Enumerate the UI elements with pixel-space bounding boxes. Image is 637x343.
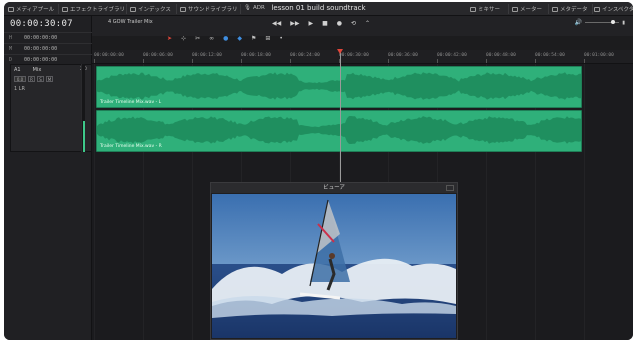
loop-icon[interactable]: ⟲ [351, 20, 356, 27]
ruler-tick-label: 00:00:06:00 [143, 53, 173, 63]
range-tool-icon[interactable]: ⊹ [181, 35, 186, 42]
track-level-meter [81, 64, 85, 152]
audio-clip-left[interactable]: Trailer Timeline Mix.wav - L [96, 66, 582, 108]
mute-button[interactable]: M [46, 76, 53, 82]
mixer-icon [470, 6, 476, 12]
ruler-tick-label: 00:00:30:00 [339, 53, 369, 63]
transport-controls: ◀◀ ▶▶ ▶ ■ ● ⟲ ⌃ [272, 20, 370, 27]
track-name[interactable]: Mix [33, 67, 42, 73]
scroll-icon[interactable]: ⌃ [365, 20, 370, 27]
ruler-tick-label: 00:00:12:00 [192, 53, 222, 63]
ruler-tick-label: 00:00:54:00 [535, 53, 565, 63]
zoom-out-icon[interactable]: • [279, 35, 283, 42]
timeline-toolbar: 4 GOW Trailer Mix ◀◀ ▶▶ ▶ ■ ● ⟲ ⌃ 🔊 ▮ [92, 16, 633, 36]
linked-selection-icon[interactable]: ◆ [237, 35, 242, 42]
inspector-icon [594, 6, 600, 12]
solo-button[interactable]: S [37, 76, 44, 82]
timeline-gridline [94, 64, 95, 340]
app-window: メディアプール エフェクトライブラリ インデックス サウンドライブラリ 🎙 AD… [4, 2, 633, 340]
timeline-gridline [584, 64, 585, 340]
track-id: A1 [14, 67, 21, 73]
ruler-tick-label: 00:00:00:00 [94, 53, 124, 63]
ruler-tick-label: 00:01:00:00 [584, 53, 614, 63]
rewind-icon[interactable]: ◀◀ [272, 20, 281, 27]
record-arm-button[interactable]: R [28, 76, 35, 82]
timecode-row: H 00:00:00:00 [4, 32, 92, 42]
track-volume[interactable]: 0.0 [14, 76, 26, 82]
link-tool-icon[interactable]: ∞ [209, 35, 214, 42]
meters-icon [512, 6, 518, 12]
razor-tool-icon[interactable]: ✂ [195, 35, 200, 42]
viewer-window[interactable]: ビューア [210, 182, 458, 340]
snapping-icon[interactable]: ● [223, 35, 228, 42]
stop-icon[interactable]: ■ [322, 20, 328, 27]
ruler-tick-label: 00:00:24:00 [290, 53, 320, 63]
ruler-tick-label: 00:00:42:00 [437, 53, 467, 63]
viewer-close-icon[interactable] [446, 185, 454, 191]
video-frame-windsurfer [212, 194, 456, 338]
pointer-tool-icon[interactable]: ➤ [167, 35, 172, 42]
timeline-ruler[interactable]: 00:00:00:00 00:00:06:00 00:00:12:00 00:00:1… [92, 50, 633, 64]
speaker-icon: 🔊 [574, 19, 583, 26]
timecode-display: 00:00:30:07 [10, 19, 73, 29]
mixer-button[interactable]: ミキサー [470, 5, 500, 13]
record-icon[interactable]: ● [337, 20, 342, 27]
track-channel: 1 LR [14, 86, 26, 92]
inspector-button[interactable]: インスペクタ [594, 5, 633, 13]
edit-tools: ➤ ⊹ ✂ ∞ ● ◆ ⚑ ⊞ • [167, 35, 283, 42]
volume-max-icon: ▮ [622, 19, 625, 26]
top-toolbar: メディアプール エフェクトライブラリ インデックス サウンドライブラリ 🎙 AD… [4, 2, 633, 16]
meters-button[interactable]: メーター [512, 5, 542, 13]
clip-label: Trailer Timeline Mix.wav - R [100, 144, 162, 149]
volume-knob[interactable] [611, 20, 616, 24]
track-header-a1[interactable]: A1 Mix 2.0 0.0 R S M 1 LR [10, 64, 92, 152]
metadata-icon [552, 6, 558, 12]
ruler-tick-label: 00:00:18:00 [241, 53, 271, 63]
fast-forward-icon[interactable]: ▶▶ [290, 20, 299, 27]
timecode-row: D 00:00:00:00 [4, 54, 92, 64]
audio-clip-right[interactable]: Trailer Timeline Mix.wav - R [96, 110, 582, 152]
metadata-button[interactable]: メタデータ [552, 5, 588, 13]
viewer-title: ビューア [211, 183, 457, 193]
monitor-volume[interactable]: 🔊 ▮ [575, 19, 625, 26]
playhead-handle[interactable] [337, 49, 343, 54]
ruler-tick-label: 00:00:36:00 [388, 53, 418, 63]
play-icon[interactable]: ▶ [308, 20, 313, 27]
ruler-tick-label: 00:00:48:00 [486, 53, 516, 63]
clip-label: Trailer Timeline Mix.wav - L [100, 100, 162, 105]
volume-slider[interactable] [585, 20, 620, 24]
zoom-icon[interactable]: ⊞ [265, 35, 270, 42]
timecode-row: M 00:00:00:00 [4, 43, 92, 53]
flag-icon[interactable]: ⚑ [251, 35, 256, 42]
timeline-name[interactable]: 4 GOW Trailer Mix [108, 19, 153, 25]
